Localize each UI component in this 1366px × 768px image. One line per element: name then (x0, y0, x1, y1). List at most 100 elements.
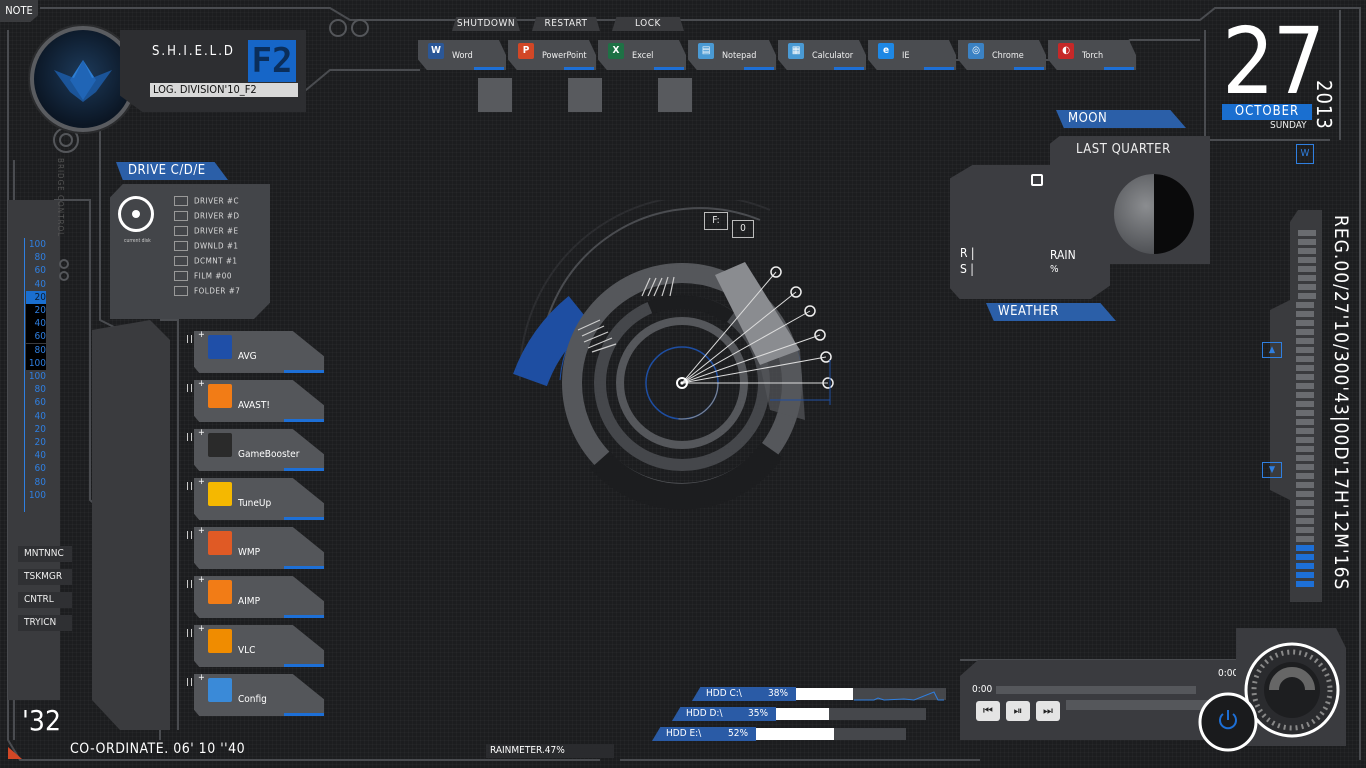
calculator-icon: ▦ (788, 43, 804, 59)
folder-icon (174, 271, 188, 281)
app-label: IE (902, 51, 910, 61)
volume-cell (1296, 536, 1314, 542)
folder-icon (174, 241, 188, 251)
launcher-label: Config (238, 694, 267, 705)
volume-cell (1296, 545, 1314, 551)
launcher-label: AVAST! (238, 400, 270, 411)
volume-cell (1296, 401, 1314, 407)
grip-icon[interactable] (187, 531, 192, 539)
plus-icon[interactable]: + (198, 624, 205, 634)
folder-icon (174, 256, 188, 266)
volume-cell (1296, 455, 1314, 461)
scroll-down-arrow[interactable]: ▼ (1262, 462, 1282, 478)
hdd-fill (756, 728, 834, 740)
volume-cell (1296, 491, 1314, 497)
note-tab[interactable]: NOTE (0, 0, 38, 22)
media-volume-track[interactable] (1066, 700, 1216, 710)
media-progress[interactable] (996, 686, 1196, 694)
drive-item[interactable]: DRIVER #C (174, 196, 239, 209)
scroll-up-arrow[interactable]: ▲ (1262, 342, 1282, 358)
moon-phase: LAST QUARTER (1076, 142, 1171, 157)
next-button[interactable]: ⏭ (1036, 701, 1060, 721)
app-tab-notepad[interactable]: ▤ Notepad (688, 40, 776, 70)
launcher-label: GameBooster (238, 449, 300, 460)
grip-icon[interactable] (187, 384, 192, 392)
rainmeter-label: RAINMETER.47% (486, 744, 614, 758)
gamebooster-icon (208, 433, 232, 457)
drive-item[interactable]: DCMNT #1 (174, 256, 237, 269)
prev-button[interactable]: ⏮ (976, 701, 1000, 721)
app-tab-ie[interactable]: e IE (868, 40, 956, 70)
app-tab-chrome[interactable]: ◎ Chrome (958, 40, 1046, 70)
grip-icon[interactable] (187, 433, 192, 441)
disk-icon[interactable] (118, 196, 154, 232)
app-label: Chrome (992, 51, 1024, 61)
volume-cell (1296, 428, 1314, 434)
shield-title: S.H.I.E.L.D (152, 44, 235, 59)
restart-button[interactable]: RESTART (532, 17, 600, 31)
volume-cell (1296, 554, 1314, 560)
drive-item[interactable]: FILM #00 (174, 271, 232, 284)
launcher-bar (284, 566, 324, 569)
volume-cell (1296, 446, 1314, 452)
drive-item[interactable]: DWNLD #1 (174, 241, 239, 254)
drive-title: DRIVE C/D/E (116, 162, 228, 180)
hdd-percent: 38% (768, 688, 788, 699)
eagle-logo-icon (54, 60, 112, 102)
launcher-bar (284, 664, 324, 667)
window-preview-powerpoint (568, 78, 602, 112)
lock-button[interactable]: LOCK (612, 17, 684, 31)
app-tab-torch[interactable]: ◐ Torch (1048, 40, 1136, 70)
grip-icon[interactable] (187, 482, 192, 490)
launcher-label: AIMP (238, 596, 260, 607)
shutdown-button[interactable]: SHUTDOWN (452, 17, 520, 31)
power-button[interactable] (1216, 708, 1240, 732)
volume-cell (1296, 527, 1314, 533)
app-tab-powerpoint[interactable]: P PowerPoint (508, 40, 596, 70)
volume-cell (1296, 320, 1314, 326)
volume-meter[interactable] (1290, 210, 1322, 602)
app-tab-word[interactable]: W Word (418, 40, 506, 70)
plus-icon[interactable]: + (198, 477, 205, 487)
folder-icon (174, 226, 188, 236)
vlc-icon (208, 629, 232, 653)
app-active-bar (924, 67, 954, 70)
launcher-bar (284, 713, 324, 716)
plus-icon[interactable]: + (198, 526, 205, 536)
window-preview-word (478, 78, 512, 112)
drive-item[interactable]: FOLDER #7 (174, 286, 240, 299)
grip-icon[interactable] (187, 678, 192, 686)
app-tab-calculator[interactable]: ▦ Calculator (778, 40, 866, 70)
plus-icon[interactable]: + (198, 428, 205, 438)
side-button-tskmgr[interactable]: TSKMGR (18, 569, 72, 585)
weather-panel (950, 165, 1110, 299)
plus-icon[interactable]: + (198, 575, 205, 585)
plus-icon[interactable]: + (198, 379, 205, 389)
grip-icon[interactable] (187, 580, 192, 588)
plus-icon[interactable]: + (198, 330, 205, 340)
volume-cell (1296, 347, 1314, 353)
volume-cell (1298, 239, 1316, 245)
volume-cell (1296, 482, 1314, 488)
weather-r: R | (960, 246, 975, 260)
side-button-mntnnc[interactable]: MNTNNC (18, 546, 72, 562)
volume-cell (1296, 473, 1314, 479)
grip-icon[interactable] (187, 629, 192, 637)
drive-item[interactable]: DRIVER #D (174, 211, 240, 224)
launcher-bar (284, 370, 324, 373)
launcher-label: TuneUp (238, 498, 272, 509)
side-button-cntrl[interactable]: CNTRL (18, 592, 72, 608)
side-button-tryicn[interactable]: TRYICN (18, 615, 72, 631)
grip-icon[interactable] (187, 335, 192, 343)
volume-cell (1298, 293, 1316, 299)
drive-item-label: DCMNT #1 (194, 256, 238, 266)
radar-value: 0 (732, 220, 754, 238)
weather-title: WEATHER (986, 303, 1116, 321)
drive-item[interactable]: DRIVER #E (174, 226, 239, 239)
logo-corner-icon (8, 744, 22, 759)
app-tab-excel[interactable]: X Excel (598, 40, 686, 70)
app-active-bar (1104, 67, 1134, 70)
plus-icon[interactable]: + (198, 673, 205, 683)
chrome-icon: ◎ (968, 43, 984, 59)
play-pause-button[interactable]: ⏯ (1006, 701, 1030, 721)
